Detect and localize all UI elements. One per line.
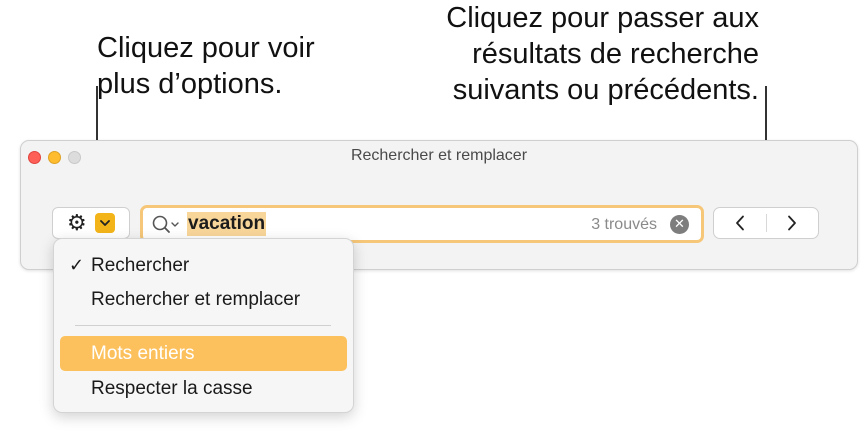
nav-callout-line: résultats de recherche: [472, 38, 759, 70]
chevron-left-icon: [735, 215, 744, 231]
result-navigation: [713, 207, 819, 239]
window-title: Rechercher et remplacer: [350, 147, 528, 164]
menu-item-rechercher-et-remplacer[interactable]: Rechercher et remplacer: [60, 282, 347, 317]
menu-item-label: Mots entiers: [91, 343, 195, 364]
chevron-right-icon: [788, 215, 797, 231]
result-count: 3 trouvés: [591, 216, 657, 233]
options-button[interactable]: ⚙: [52, 207, 130, 239]
gear-icon: ⚙: [67, 210, 87, 235]
nav-callout-line: Cliquez pour passer aux: [446, 2, 759, 34]
search-icon[interactable]: [151, 214, 181, 241]
options-menu: ✓ Rechercher Rechercher et remplacer Mot…: [53, 238, 354, 413]
options-callout: Cliquez pour voir plus d’options.: [97, 30, 315, 102]
menu-item-mots-entiers[interactable]: Mots entiers: [60, 336, 347, 371]
menu-item-label: Rechercher et remplacer: [91, 289, 301, 310]
clear-search-icon[interactable]: ✕: [670, 215, 689, 234]
options-callout-line: plus d’options.: [97, 68, 283, 100]
search-input[interactable]: vacation: [187, 212, 267, 236]
menu-item-label: Respecter la casse: [91, 378, 253, 399]
previous-result-button[interactable]: [714, 208, 766, 238]
next-result-button[interactable]: [767, 208, 819, 238]
titlebar: Rechercher et remplacer: [21, 141, 857, 173]
menu-item-rechercher[interactable]: ✓ Rechercher: [60, 248, 347, 283]
nav-callout-line: suivants ou précédents.: [452, 74, 759, 106]
menu-item-label: Rechercher: [91, 255, 190, 276]
checkmark-icon: ✓: [69, 255, 85, 276]
chevron-down-icon: [94, 213, 115, 233]
nav-callout: Cliquez pour passer aux résultats de rec…: [446, 0, 759, 108]
menu-item-respecter-la-casse[interactable]: Respecter la casse: [60, 371, 347, 406]
options-callout-line: Cliquez pour voir: [97, 32, 315, 64]
menu-divider: [75, 325, 331, 326]
